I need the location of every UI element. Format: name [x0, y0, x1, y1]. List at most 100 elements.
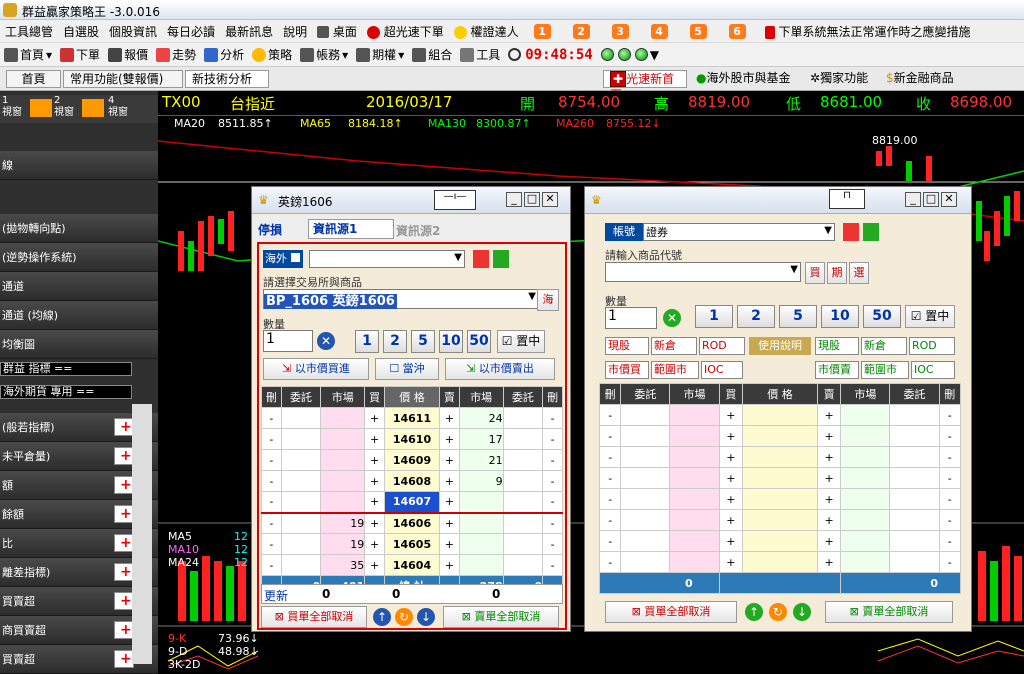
center-price-icon[interactable]: ↻	[769, 603, 787, 621]
ioc-buy-select[interactable]: IOC	[701, 361, 743, 379]
delete-sell-cell[interactable]: -	[542, 470, 563, 492]
sidebar-item-channel-ma[interactable]: 通道 (均線)	[0, 301, 158, 330]
window-title-bar[interactable]: ♛ 英鎊1606 —ı— _ □ ✕	[252, 187, 570, 214]
sell-cell[interactable]: +	[438, 533, 460, 555]
delete-buy-cell[interactable]: -	[261, 428, 282, 450]
delete-sell-cell[interactable]: -	[542, 554, 563, 576]
buy-cell[interactable]: +	[364, 554, 386, 576]
expiry-shortcut[interactable]: 期	[827, 262, 847, 284]
view-4-button[interactable]: 4 視窗	[108, 95, 128, 119]
scroll-down-icon[interactable]: ↓	[793, 603, 811, 621]
sell-cell[interactable]: +	[816, 530, 842, 552]
center-checkbox[interactable]: ☑ 置中	[497, 330, 545, 353]
cancel-all-buy-button[interactable]: ⊠ 買單全部取消	[605, 601, 737, 623]
add-icon[interactable]	[114, 645, 134, 674]
expiry-button[interactable]: 期權 ▾	[352, 46, 408, 63]
sell-position-select[interactable]: 新倉	[861, 337, 907, 355]
sell-cell[interactable]: +	[816, 509, 842, 531]
buy-cell[interactable]: +	[364, 512, 386, 534]
range-market-buy-button[interactable]: 範圍市價	[651, 361, 699, 379]
tab-tech-analysis[interactable]: 新技術分析	[185, 70, 269, 88]
sell-cell[interactable]: +	[816, 425, 842, 447]
delete-sell-cell[interactable]: -	[542, 491, 563, 513]
quote-button[interactable]: 報價	[104, 46, 152, 63]
delete-buy-cell[interactable]: -	[261, 449, 282, 471]
delete-buy-cell[interactable]: -	[598, 404, 622, 426]
product-select[interactable]: BP_1606 英鎊1606 ▼	[263, 289, 539, 309]
update-button[interactable]: 更新	[264, 587, 288, 604]
close-button[interactable]: ✕	[542, 192, 558, 207]
tab-stop-loss[interactable]: 停損	[258, 221, 282, 238]
cancel-all-sell-button[interactable]: ⊠ 賣單全部取消	[443, 606, 559, 628]
buy-cell[interactable]: +	[718, 488, 744, 510]
strategy-button[interactable]: 策略	[248, 46, 296, 63]
sell-cell[interactable]: +	[816, 467, 842, 489]
pin-icon[interactable]: ⊓	[829, 189, 865, 209]
market-buy-button[interactable]: ⇲ 以市價買進	[263, 358, 369, 380]
add-icon[interactable]	[114, 500, 134, 529]
delete-buy-cell[interactable]: -	[598, 446, 622, 468]
market-buy-button[interactable]: 市價買	[605, 361, 649, 379]
delete-buy-cell[interactable]: -	[598, 488, 622, 510]
view-1-button[interactable]: 1 視窗	[2, 95, 22, 119]
qty-btn-1[interactable]: 1	[695, 305, 733, 328]
sell-cell[interactable]: +	[438, 428, 460, 450]
add-icon[interactable]	[114, 529, 134, 558]
view-2-button[interactable]: 2 視窗	[54, 95, 74, 119]
buy-type-select[interactable]: 現股	[605, 337, 649, 355]
layout-tab-5[interactable]: 5	[689, 23, 707, 39]
buy-shortcut[interactable]: 買	[805, 262, 825, 284]
add-icon[interactable]	[114, 558, 134, 587]
sell-cell[interactable]: +	[816, 446, 842, 468]
delete-buy-cell[interactable]: -	[261, 533, 282, 555]
sell-cell[interactable]: +	[438, 512, 460, 534]
menu-warrant[interactable]: 權證達人	[449, 23, 524, 40]
buy-cell[interactable]: +	[718, 509, 744, 531]
buy-rod-select[interactable]: ROD	[699, 337, 745, 355]
combo-button[interactable]: 組合	[408, 46, 456, 63]
sell-cell[interactable]: +	[438, 470, 460, 492]
fast-home-button[interactable]: ✚光速新首頁	[603, 70, 687, 102]
sidebar-item-line[interactable]: 線	[0, 151, 158, 180]
layout-tab-1[interactable]: 1	[533, 23, 551, 39]
scroll-up-icon[interactable]: ↑	[373, 608, 391, 626]
delete-sell-cell[interactable]: -	[938, 425, 962, 447]
delete-sell-cell[interactable]: -	[938, 446, 962, 468]
center-checkbox[interactable]: ☑ 置中	[905, 305, 955, 328]
sidebar-item-channel[interactable]: 通道	[0, 272, 158, 301]
market-checkbox[interactable]	[290, 253, 300, 262]
help-button[interactable]: 使用說明	[749, 337, 811, 355]
delete-sell-cell[interactable]: -	[938, 467, 962, 489]
range-market-sell-button[interactable]: 範圍市價	[861, 361, 909, 379]
sidebar-item-sar[interactable]: (拋物轉向點)	[0, 214, 158, 243]
cancel-all-buy-button[interactable]: ⊠ 買單全部取消	[261, 606, 367, 628]
sell-rod-select[interactable]: ROD	[909, 337, 955, 355]
delete-sell-cell[interactable]: -	[938, 488, 962, 510]
buy-cell[interactable]: +	[718, 551, 744, 573]
sell-cell[interactable]: +	[438, 491, 460, 513]
tab-source-2[interactable]: 資訊源2	[396, 222, 440, 239]
pin-icon[interactable]: —ı—	[434, 190, 476, 210]
market-sell-button[interactable]: ⇲ 以市價賣出	[445, 358, 555, 380]
qty-btn-10[interactable]: 10	[821, 305, 859, 328]
add-icon[interactable]	[114, 471, 134, 500]
sell-cell[interactable]: +	[438, 407, 460, 429]
trend-button[interactable]: 走勢	[152, 46, 200, 63]
account-button[interactable]: 帳務 ▾	[296, 46, 352, 63]
maximize-button[interactable]: □	[923, 192, 939, 207]
buy-cell[interactable]: +	[718, 404, 744, 426]
sell-cell[interactable]: +	[816, 404, 842, 426]
day-trade-checkbox[interactable]: ☐ 當沖	[375, 358, 439, 380]
buy-cell[interactable]: +	[364, 491, 386, 513]
add-icon[interactable]	[114, 413, 134, 442]
buy-cell[interactable]: +	[718, 425, 744, 447]
sell-cell[interactable]: +	[816, 551, 842, 573]
delete-buy-cell[interactable]: -	[598, 509, 622, 531]
refresh-icon[interactable]	[493, 250, 509, 268]
delete-sell-cell[interactable]: -	[542, 533, 563, 555]
minimize-button[interactable]: _	[506, 192, 522, 207]
buy-position-select[interactable]: 新倉	[651, 337, 697, 355]
buy-cell[interactable]: +	[718, 530, 744, 552]
buy-cell[interactable]: +	[364, 533, 386, 555]
exclusive-button[interactable]: ✲獨家功能	[804, 70, 876, 88]
